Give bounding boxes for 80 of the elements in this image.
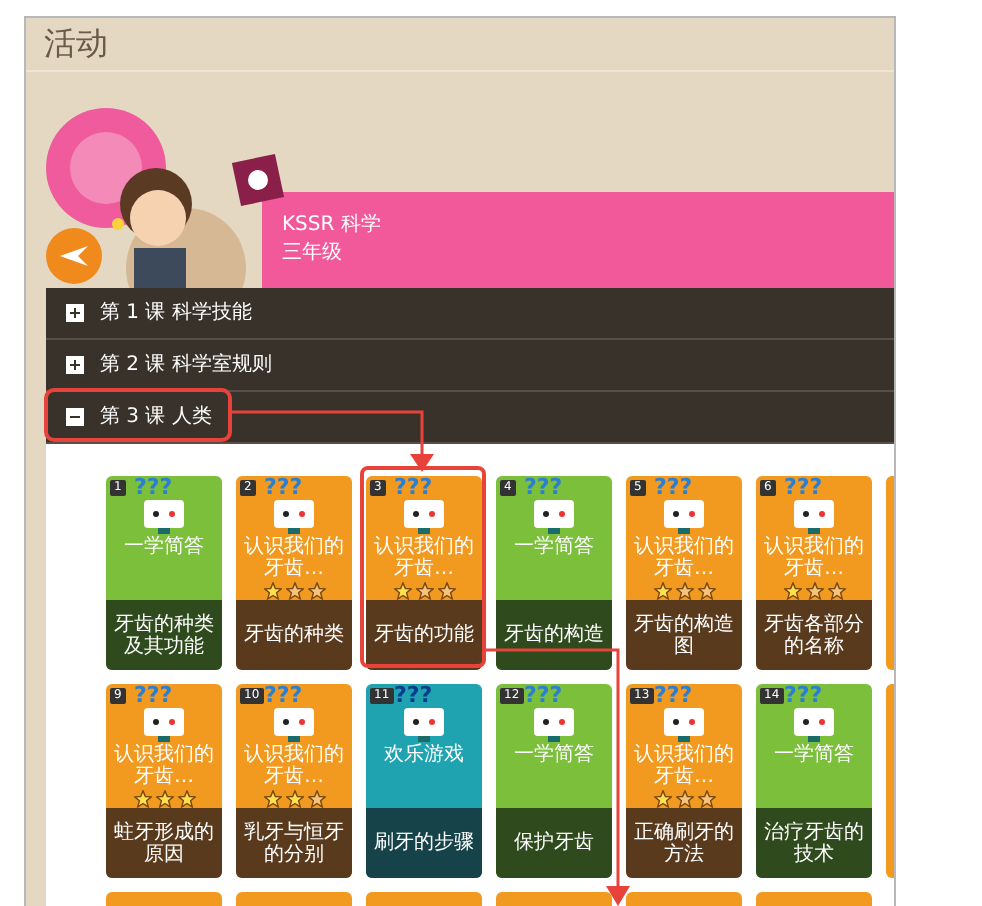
question-marks: ??? bbox=[264, 476, 303, 500]
star-icon bbox=[263, 789, 281, 807]
card-subtitle: 蛀牙形成的原因 bbox=[112, 821, 216, 865]
page-title: 活动 bbox=[44, 22, 108, 66]
card-title: 一学简答 bbox=[122, 536, 206, 562]
star-icon bbox=[155, 789, 173, 807]
card-title: 一学简答 bbox=[512, 744, 596, 770]
star-icon bbox=[783, 581, 801, 599]
star-icon bbox=[675, 581, 693, 599]
card-subtitle: 牙齿的种类及其功能 bbox=[112, 613, 216, 657]
question-marks: ??? bbox=[524, 684, 563, 708]
card-subtitle: 乳牙与恒牙的分别 bbox=[242, 821, 346, 865]
star-icon bbox=[697, 581, 715, 599]
course-subject: KSSR 科学 bbox=[282, 212, 383, 240]
star-icon bbox=[415, 581, 433, 599]
star-icon bbox=[263, 581, 281, 599]
mascot-drawing bbox=[532, 708, 576, 742]
mascot-drawing bbox=[402, 708, 446, 742]
card-subtitle: 刷牙的步骤 bbox=[374, 832, 474, 854]
card-subtitle: 牙齿的功能 bbox=[374, 624, 474, 646]
card-title: 认识我们的牙齿… bbox=[242, 744, 346, 788]
expand-icon bbox=[66, 304, 84, 322]
question-marks: ??? bbox=[394, 684, 433, 708]
star-icon bbox=[805, 581, 823, 599]
star-icon bbox=[653, 581, 671, 599]
card-title: 一学简答 bbox=[512, 536, 596, 562]
unit-row[interactable]: 第 2 课 科学室规则 bbox=[46, 340, 894, 392]
star-icon bbox=[307, 789, 325, 807]
mascot-drawing bbox=[142, 500, 186, 534]
mascot-drawing bbox=[662, 500, 706, 534]
star-icon bbox=[675, 789, 693, 807]
card-title: 认识我们的牙齿… bbox=[762, 536, 866, 580]
mascot-drawing bbox=[142, 708, 186, 742]
question-marks: ??? bbox=[264, 684, 303, 708]
star-icon bbox=[307, 581, 325, 599]
question-marks: ??? bbox=[524, 476, 563, 500]
question-marks: ??? bbox=[654, 684, 693, 708]
mascot-drawing bbox=[792, 708, 836, 742]
star-icon bbox=[437, 581, 455, 599]
card-subtitle: 牙齿的构造图 bbox=[632, 613, 736, 657]
mascot-drawing bbox=[662, 708, 706, 742]
question-marks: ??? bbox=[784, 684, 823, 708]
question-marks: ??? bbox=[134, 684, 173, 708]
card-subtitle: 牙齿的构造 bbox=[504, 624, 604, 646]
card-title: 认识我们的牙齿… bbox=[242, 536, 346, 580]
star-icon bbox=[393, 581, 411, 599]
expand-icon bbox=[66, 356, 84, 374]
star-icon bbox=[177, 789, 195, 807]
course-grade: 三年级 bbox=[282, 240, 344, 268]
mascot-drawing bbox=[792, 500, 836, 534]
card-title: 一学简答 bbox=[772, 744, 856, 770]
card-subtitle: 牙齿的种类 bbox=[244, 624, 344, 646]
card-title: 认识我们的牙齿… bbox=[112, 744, 216, 788]
star-icon bbox=[697, 789, 715, 807]
question-marks: ??? bbox=[784, 476, 823, 500]
star-icon bbox=[133, 789, 151, 807]
question-marks: ??? bbox=[134, 476, 173, 500]
collapse-icon bbox=[66, 408, 84, 426]
card-subtitle: 正确刷牙的方法 bbox=[632, 821, 736, 865]
card-title: 欢乐游戏 bbox=[382, 744, 466, 770]
card-title: 认识我们的牙齿… bbox=[632, 536, 736, 580]
card-subtitle: 牙齿各部分的名称 bbox=[762, 613, 866, 657]
card-subtitle: 保护牙齿 bbox=[514, 832, 594, 854]
question-marks: ??? bbox=[654, 476, 693, 500]
unit-row[interactable]: 第 1 课 科学技能 bbox=[46, 288, 894, 340]
mascot-drawing bbox=[272, 500, 316, 534]
unit-row[interactable]: 第 3 课 人类 bbox=[46, 392, 894, 444]
mascot-drawing bbox=[272, 708, 316, 742]
card-title: 认识我们的牙齿… bbox=[372, 536, 476, 580]
mascot-drawing bbox=[532, 500, 576, 534]
question-marks: ??? bbox=[394, 476, 433, 500]
star-icon bbox=[285, 789, 303, 807]
mascot-drawing bbox=[402, 500, 446, 534]
card-title: 认识我们的牙齿… bbox=[632, 744, 736, 788]
back-button[interactable] bbox=[46, 228, 102, 284]
star-icon bbox=[827, 581, 845, 599]
paper-plane-icon bbox=[58, 244, 90, 268]
star-icon bbox=[653, 789, 671, 807]
star-icon bbox=[285, 581, 303, 599]
card-subtitle: 治疗牙齿的技术 bbox=[762, 821, 866, 865]
